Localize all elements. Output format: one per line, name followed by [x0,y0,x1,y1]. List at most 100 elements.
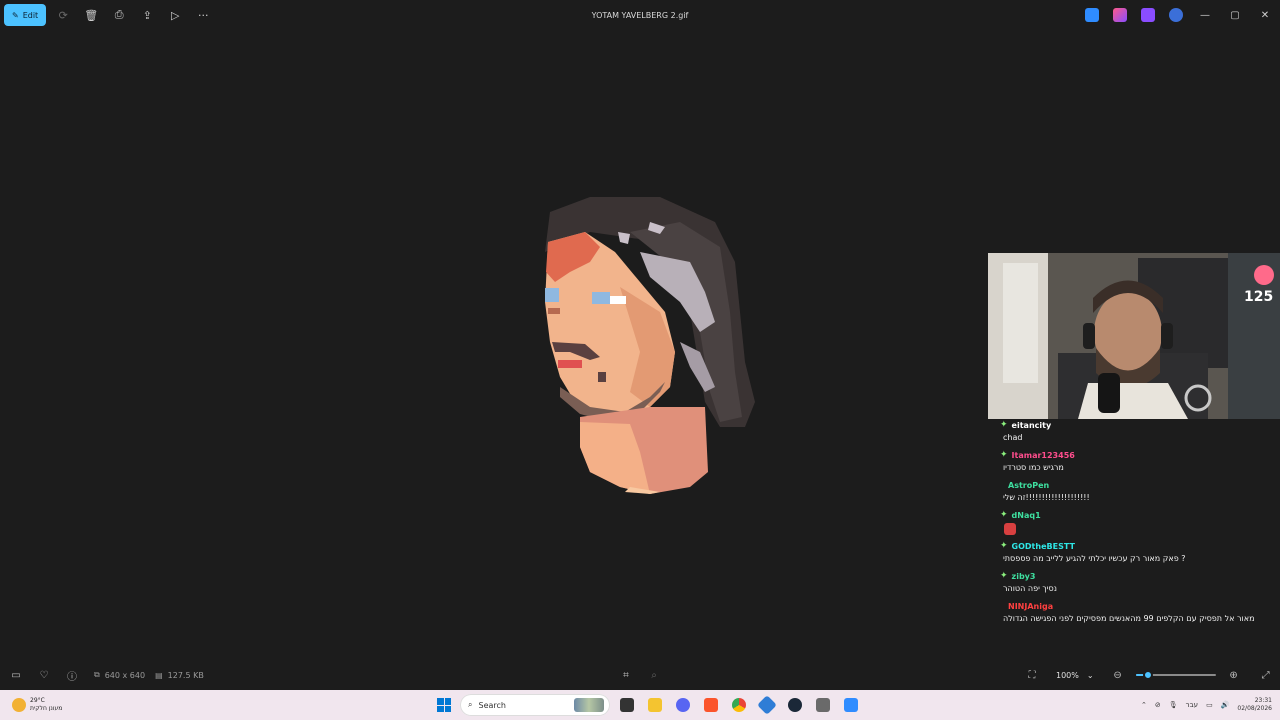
chat-message-text: נסיך יפה הטוהר [1003,584,1057,593]
temperature: 29°C [30,697,45,704]
favorite-icon[interactable]: ♡ [30,660,58,690]
chat-message: ✦ Itamar123456 מרגיש כמו סטרדיו [1000,449,1280,474]
zoom-out-icon[interactable]: ⊖ [1104,660,1132,690]
chat-username[interactable]: dNaq1 [1012,511,1041,520]
status-bar: ▭ ♡ ⓘ ⧉ 640 x 640 ▤ 127.5 KB ⌗ ⌕ ⛶ 100% … [0,660,1280,690]
print-icon[interactable]: ⎙ [108,4,130,26]
sourcetree-icon[interactable] [756,694,778,716]
chat-emote-icon [1004,523,1016,535]
chat-message-text: מרגיש כמו סטרדיו [1003,463,1064,472]
taskbar: 29°C מעונן חלקית ⌕ Search ⌃ ⊘ 🎙 עבר ▭ 🔊 … [0,690,1280,720]
title-bar: YOTAM YAVELBERG 2.gif ✎ Edit ⟳ 🗑 ⎙ ⇪ ▷ ·… [0,0,1280,30]
photos-taskbar-icon[interactable] [840,694,862,716]
more-options-icon[interactable]: ··· [192,4,214,26]
chevron-down-icon: ⌄ [1086,670,1094,680]
network-off-icon[interactable]: ⊘ [1155,701,1161,709]
windows-start-icon[interactable] [434,695,454,715]
chat-badge-icon: ✦ [1000,510,1008,520]
copilot-icon[interactable] [1113,8,1127,22]
visual-search-icon[interactable]: ⌕ [640,660,668,690]
chat-message-header: ✦ dNaq1 [1000,509,1280,521]
clipchamp-icon[interactable] [1141,8,1155,22]
chat-message: AstroPen זה שלי!!!!!!!!!!!!!!!!!!!! [1000,479,1280,504]
chat-username[interactable]: eitancity [1012,421,1052,430]
maximize-button[interactable]: ▢ [1220,0,1250,30]
chat-message: ✦ eitancity chad [1000,419,1280,444]
zoom-level: 100% [1056,670,1079,680]
chat-username[interactable]: AstroPen [1008,481,1049,490]
chat-username[interactable]: Itamar123456 [1012,451,1075,460]
chat-message: ✦ ziby3 נסיך יפה הטוהר [1000,570,1280,595]
search-label: Search [478,700,506,710]
partly-cloudy-icon [12,698,26,712]
discord-icon[interactable] [672,694,694,716]
game-launcher-icon[interactable] [812,694,834,716]
rotate-icon[interactable]: ⟳ [52,4,74,26]
chat-username[interactable]: NINJAniga [1008,602,1053,611]
zoom-slider[interactable] [1135,665,1216,685]
weather-description: מעונן חלקית [30,705,63,712]
close-button[interactable]: ✕ [1250,0,1280,30]
webcam-overlay: 125 [988,253,1280,419]
tray-overflow-icon[interactable]: ⌃ [1141,701,1147,709]
chat-badge-icon: ✦ [1000,420,1008,430]
info-icon[interactable]: ⓘ [58,660,86,690]
edit-label: Edit [22,10,39,20]
chat-message-text: פאק מאור רק עכשיו יכלתי להגיע ללייב מה פ… [1003,554,1186,563]
fit-to-window-icon[interactable]: ⛶ [1018,660,1046,690]
chat-message-text: chad [1003,433,1023,442]
crop-icon[interactable]: ⌗ [612,660,640,690]
microphone-icon[interactable]: 🎙 [1169,701,1178,709]
chat-message-text: מאור אל תפסיק עם הקלפים 99 מהאנשים מפסיק… [1003,614,1255,623]
monitor-icon[interactable]: ▭ [1206,701,1213,709]
file-size-icon: ▤ [155,670,163,680]
fullscreen-icon[interactable]: ⤢ [1252,660,1280,690]
chrome-icon[interactable] [728,694,750,716]
delete-icon[interactable]: 🗑 [80,4,102,26]
system-tray: ⌃ ⊘ 🎙 עבר ▭ 🔊 23:31 02/08/2026 [1141,690,1272,720]
chat-message-header: NINJAniga [1000,600,1280,612]
photos-app-icon[interactable] [1085,8,1099,22]
date: 02/08/2026 [1237,705,1272,712]
edit-button[interactable]: ✎ Edit [4,4,47,26]
share-icon[interactable]: ⇪ [136,4,158,26]
slideshow-icon[interactable]: ▷ [164,4,186,26]
chat-message-header: ✦ Itamar123456 [1000,449,1280,461]
chat-message-header: ✦ eitancity [1000,419,1280,431]
filmstrip-icon[interactable]: ▭ [2,660,30,690]
language-indicator[interactable]: עבר [1186,701,1198,709]
chat-message: ✦ GODtheBESTT פאק מאור רק עכשיו יכלתי להגי… [1000,540,1280,565]
chat-username[interactable]: GODtheBESTT [1012,542,1075,551]
chat-message: NINJAniga מאור אל תפסיק עם הקלפים 99 מהאנ… [1000,600,1280,625]
minimize-button[interactable]: — [1190,0,1220,30]
steam-icon[interactable] [784,694,806,716]
chat-message-header: ✦ ziby3 [1000,570,1280,582]
chat-badge-icon: ✦ [1000,541,1008,551]
edit-icon: ✎ [12,10,19,20]
onedrive-icon[interactable] [1169,8,1183,22]
pixel-art-portrait [545,197,755,494]
chat-message-header: ✦ GODtheBESTT [1000,540,1280,552]
overlay-counter: 125 [1244,289,1273,305]
search-icon: ⌕ [468,700,473,709]
chat-message-header: AstroPen [1000,479,1280,491]
volume-icon[interactable]: 🔊 [1221,701,1230,709]
weather-widget[interactable]: 29°C מעונן חלקית [0,697,200,713]
time: 23:31 [1254,697,1272,704]
chat-message-text: זה שלי!!!!!!!!!!!!!!!!!!!! [1003,493,1090,502]
chat-username[interactable]: ziby3 [1012,572,1036,581]
dimensions-icon: ⧉ [94,670,100,679]
file-size: 127.5 KB [167,670,204,680]
chat-panel: ✦ eitancity chad ✦ Itamar123456 מרגיש כמו סטר… [1000,419,1280,630]
file-explorer-icon[interactable] [644,694,666,716]
search-highlight-image [574,698,604,712]
clock[interactable]: 23:31 02/08/2026 [1237,697,1272,713]
chat-badge-icon: ✦ [1000,571,1008,581]
brave-icon[interactable] [700,694,722,716]
task-view-icon[interactable] [616,694,638,716]
zoom-in-icon[interactable]: ⊕ [1220,660,1248,690]
chat-message: ✦ dNaq1 [1000,509,1280,535]
zoom-slider-thumb[interactable] [1143,670,1154,680]
zoom-dropdown[interactable]: 100% ⌄ [1050,665,1100,685]
taskbar-search[interactable]: ⌕ Search [460,694,610,716]
